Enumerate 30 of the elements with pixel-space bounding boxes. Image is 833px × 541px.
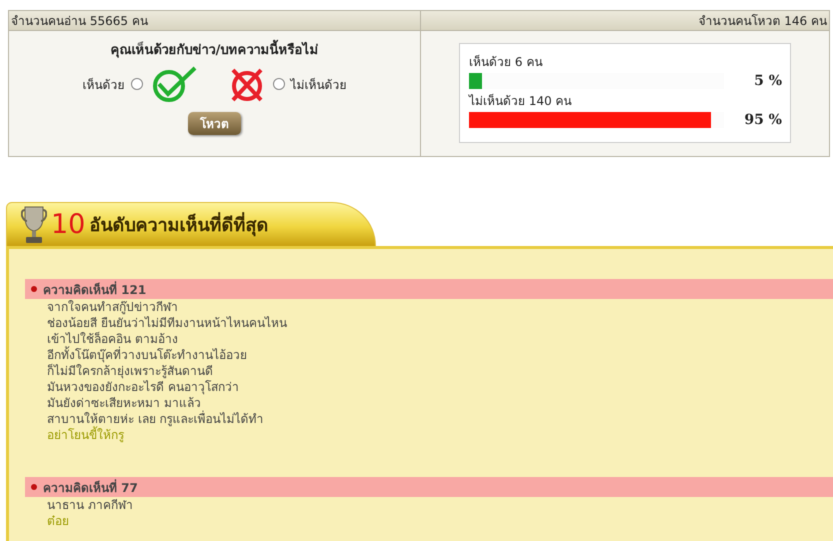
option-label: เห็นด้วย: [82, 76, 124, 94]
comment-number: ความคิดเห็นที่ 121: [43, 280, 146, 298]
comment-text: ช่องน้อยสี ยืนยันว่าไม่มีทีมงานหน้าไหนคนไหน: [47, 315, 288, 331]
reader-count: จำนวนคนอ่าน 55665 คน: [11, 13, 148, 30]
bullet-icon: [31, 286, 37, 292]
comment-text: มันหวงของยังกะอะไรดี คนอาวุโสกว่า: [47, 379, 240, 395]
option-label: ไม่เห็นด้วย: [290, 76, 346, 94]
comment-text: สาบานให้ตายห่ะ เลย กรูและเพื่อนไม่ได้ทำ: [47, 411, 265, 426]
vote-count: จำนวนคนโหวต 146 คน: [698, 13, 827, 30]
comment-author: ต๋อย: [47, 513, 70, 529]
result-label: ไม่เห็นด้วย 140 คน: [469, 92, 573, 110]
comment-text: จากใจคนทำสกู๊ปข่าวกีฬา: [47, 299, 179, 315]
comment-number: ความคิดเห็นที่ 77: [43, 478, 138, 496]
rank-number: 10: [51, 209, 86, 240]
result-percent: 95 %: [744, 112, 782, 128]
radio-button[interactable]: [130, 78, 142, 90]
trophy-icon: [21, 204, 47, 244]
radio-button[interactable]: [272, 78, 284, 90]
vote-button[interactable]: โหวต: [188, 112, 241, 135]
comment-text: มันยังด่าซะเสียหะหมา มาแล้ว: [47, 395, 202, 410]
result-percent: 5 %: [754, 73, 782, 89]
comment-text: เข้าไปใช้ล็อคอิน ตามอ้าง: [47, 331, 179, 346]
comment-text: นาธาน ภาคกีฬา: [47, 497, 134, 513]
comment-text: ก็ไม่มีใครกล้ายุ่งเพราะรู้สันดานดี: [47, 363, 214, 379]
section-title: อันดับความเห็นที่ดีที่สุด: [89, 210, 268, 239]
result-label: เห็นด้วย 6 คน: [469, 54, 544, 71]
comment-author: อย่าโยนขี้ให้กรู: [47, 427, 125, 443]
comment-text: อีกทั้งโน๊ตบุ๊คที่วางบนโต๊ะทำงานไอ้อวย: [47, 347, 248, 363]
poll-question: คุณเห็นด้วยกับข่าว/บทความนี้หรือไม่: [110, 39, 318, 60]
bullet-icon: [31, 484, 37, 490]
